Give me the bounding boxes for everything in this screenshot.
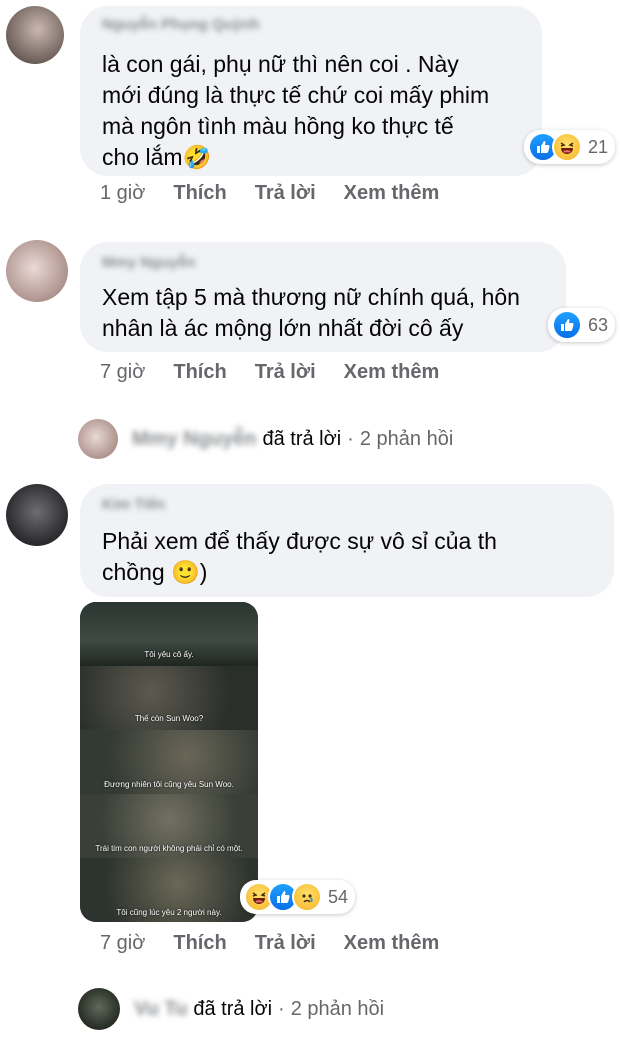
comment-time[interactable]: 1 giờ — [100, 182, 145, 205]
comment-bubble: Nguyễn Phụng Quỳnh là con gái, phụ nữ th… — [80, 6, 542, 176]
comment-author[interactable]: Kim Tiến — [102, 496, 165, 513]
view-replies-link[interactable]: Vu Tu đã trả lời · 2 phản hồi — [78, 988, 384, 1030]
reply-button[interactable]: Trả lời — [255, 361, 316, 384]
like-button[interactable]: Thích — [173, 361, 226, 384]
separator: · — [278, 997, 285, 1020]
reaction-count: 63 — [588, 314, 609, 335]
like-button[interactable]: Thích — [173, 182, 226, 205]
comment-text-line: là con gái, phụ nữ thì nên coi . Này — [102, 51, 459, 77]
see-more-button[interactable]: Xem thêm — [344, 182, 440, 205]
comment-author[interactable]: Mmy Nguyễn — [102, 254, 195, 271]
reply-author: Vu Tu — [134, 997, 188, 1020]
image-subtitle: Tôi cũng lúc yêu 2 người này. — [116, 908, 222, 917]
comment-author[interactable]: Nguyễn Phụng Quỳnh — [102, 16, 260, 33]
view-replies-link[interactable]: Mmy Nguyễn đã trả lời · 2 phản hồi — [78, 419, 453, 459]
comment-text: là con gái, phụ nữ thì nên coi . Này mới… — [102, 49, 489, 173]
reaction-count: 21 — [588, 136, 609, 157]
comment-text-line: nhân là ác mộng lớn nhất đời cô ấy — [102, 315, 464, 341]
avatar[interactable] — [6, 484, 68, 546]
avatar — [78, 419, 118, 459]
comment-text-line: chồng 🙂) — [102, 559, 208, 585]
reply-button[interactable]: Trả lời — [255, 182, 316, 205]
comment-text: Xem tập 5 mà thương nữ chính quá, hôn nh… — [102, 282, 520, 344]
comment-bubble: Mmy Nguyễn Xem tập 5 mà thương nữ chính … — [80, 242, 566, 352]
image-subtitle: Trái tim con người không phải chỉ có một… — [95, 844, 243, 853]
reply-count: 2 phản hồi — [290, 997, 385, 1020]
reply-action: đã trả lời — [193, 997, 273, 1020]
see-more-button[interactable]: Xem thêm — [344, 932, 440, 955]
comment-bubble: Kim Tiến Phải xem để thấy được sự vô sỉ … — [80, 484, 614, 597]
like-button[interactable]: Thích — [173, 932, 226, 955]
comment-text-line: cho lắm🤣 — [102, 144, 212, 170]
like-icon — [552, 310, 582, 340]
reply-button[interactable]: Trả lời — [255, 932, 316, 955]
sad-icon — [292, 882, 322, 912]
image-frame: Thế còn Sun Woo? — [80, 666, 258, 730]
avatar[interactable] — [6, 240, 68, 302]
image-subtitle: Đương nhiên tôi cũng yêu Sun Woo. — [104, 780, 234, 789]
reply-action: đã trả lời — [262, 427, 342, 450]
reaction-count: 54 — [328, 886, 349, 907]
see-more-button[interactable]: Xem thêm — [344, 361, 440, 384]
comment-time[interactable]: 7 giờ — [100, 361, 145, 384]
comment-actions: 7 giờ Thích Trả lời Xem thêm — [100, 932, 439, 955]
avatar — [78, 988, 120, 1030]
image-subtitle: Thế còn Sun Woo? — [134, 714, 204, 723]
reaction-summary[interactable]: 54 — [240, 880, 356, 914]
image-frame: Tôi yêu cô ấy. — [80, 602, 258, 666]
comment-text-line: mới đúng là thực tế chứ coi mấy phim — [102, 82, 490, 108]
separator: · — [347, 427, 354, 450]
reaction-summary[interactable]: 63 — [548, 308, 616, 342]
image-frame: Tôi cũng lúc yêu 2 người này. — [80, 858, 258, 922]
reply-count: 2 phản hồi — [359, 427, 454, 450]
image-frame: Trái tim con người không phải chỉ có một… — [80, 794, 258, 858]
avatar[interactable] — [6, 6, 64, 64]
reply-author: Mmy Nguyễn — [132, 427, 257, 450]
comment-text-line: mà ngôn tình màu hồng ko thực tế — [102, 113, 454, 139]
image-subtitle: Tôi yêu cô ấy. — [144, 650, 194, 659]
comment-text: Phải xem để thấy được sự vô sỉ của th ch… — [102, 526, 497, 588]
image-frame: Đương nhiên tôi cũng yêu Sun Woo. — [80, 730, 258, 794]
comment-time[interactable]: 7 giờ — [100, 932, 145, 955]
comment-text-line: Phải xem để thấy được sự vô sỉ của th — [102, 528, 497, 554]
comment-text-line: Xem tập 5 mà thương nữ chính quá, hôn — [102, 284, 520, 310]
comment-actions: 1 giờ Thích Trả lời Xem thêm — [100, 182, 439, 205]
reaction-summary[interactable]: 21 — [524, 130, 616, 164]
comment-image[interactable]: Tôi yêu cô ấy. Thế còn Sun Woo? Đương nh… — [80, 602, 258, 922]
haha-icon — [552, 132, 582, 162]
comment-actions: 7 giờ Thích Trả lời Xem thêm — [100, 361, 439, 384]
